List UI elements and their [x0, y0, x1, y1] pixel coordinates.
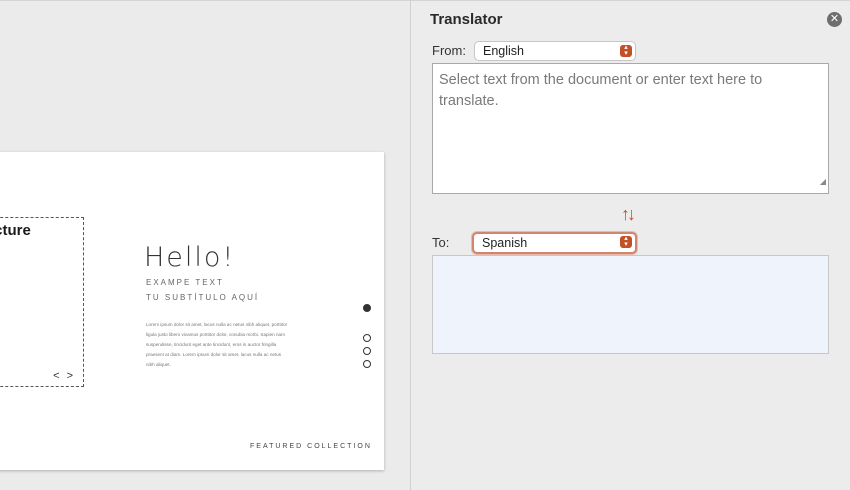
slide-heading: Hello!: [144, 242, 236, 273]
picture-nav-arrows[interactable]: < >: [53, 370, 75, 382]
pane-title: Translator: [430, 11, 503, 28]
translator-pane: Translator ✕ From: English ▴ ▾ Select tex…: [411, 0, 850, 490]
slide-dot: [363, 347, 371, 355]
slide-body-text: Lorem ipsum dolor sit amet, lacus nulla …: [146, 322, 288, 367]
source-text-input[interactable]: Select text from the document or enter t…: [432, 63, 829, 194]
resize-grip-icon[interactable]: ◢: [820, 171, 826, 192]
slide-featured-text: FEATURED COLLECTION: [250, 443, 372, 450]
to-language-value: Spanish: [482, 236, 528, 250]
from-language-select[interactable]: English ▴ ▾: [474, 41, 636, 61]
slide-dot: [363, 334, 371, 342]
slide-subtitle: TU SUBTÍTULO AQUÍ: [146, 293, 260, 302]
to-label: To:: [432, 235, 450, 250]
swap-arrows-icon[interactable]: ↑↓: [621, 204, 636, 225]
slide-example-text: EXAMPE TEXT: [146, 278, 224, 287]
from-language-value: English: [483, 44, 524, 58]
slide-dot: [363, 360, 371, 368]
translation-output[interactable]: [432, 255, 829, 354]
document-canvas: icture < > Hello! EXAMPE TEXT TU SUBTÍTU…: [0, 0, 410, 490]
select-arrows-icon: ▴ ▾: [620, 235, 632, 248]
close-icon[interactable]: ✕: [827, 12, 842, 27]
picture-placeholder[interactable]: icture < >: [0, 217, 84, 387]
select-arrows-icon: ▴ ▾: [620, 44, 632, 57]
source-placeholder: Select text from the document or enter t…: [439, 72, 763, 109]
to-language-select[interactable]: Spanish ▴ ▾: [472, 232, 637, 254]
from-label: From:: [432, 43, 466, 58]
picture-label: icture: [0, 222, 31, 239]
slide-dot-filled: [363, 304, 371, 312]
slide[interactable]: icture < > Hello! EXAMPE TEXT TU SUBTÍTU…: [0, 152, 384, 470]
